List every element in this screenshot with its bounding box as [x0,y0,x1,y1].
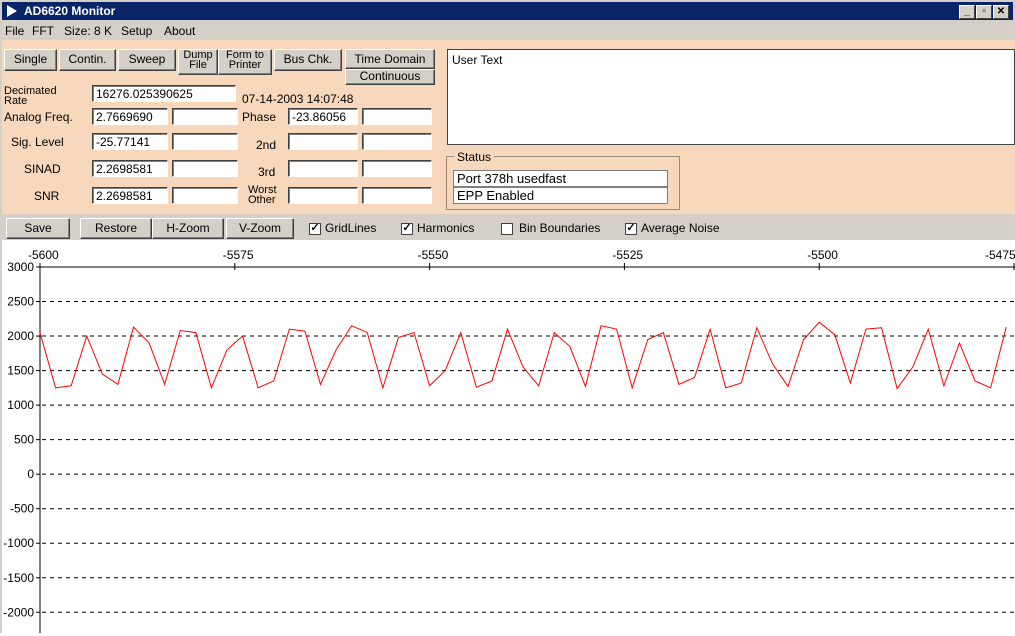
timestamp: 07-14-2003 14:07:48 [242,92,354,106]
menu-setup[interactable]: Setup [121,24,152,38]
time-domain-chart: -5600 -5575 -5550 -5525 -5500 -54753000250020… [3,248,1015,633]
close-icon[interactable]: ✕ [993,5,1009,19]
restore-window-icon[interactable]: ▫ [976,5,992,19]
analog-freq-label: Analog Freq. [4,110,73,124]
y-tick-label: -1500 [3,571,34,585]
status-line-epp: EPP Enabled [453,187,668,204]
title-bar: AD6620 Monitor _ ▫ ✕ [2,2,1013,20]
second-harmonic-field[interactable] [288,133,358,150]
y-tick-label: 2000 [7,329,34,343]
restore-button[interactable]: Restore [80,218,152,239]
sig-level-extra-field[interactable] [172,133,238,150]
time-domain-button[interactable]: Time Domain [345,49,435,69]
second-harmonic-label: 2nd [256,138,277,152]
x-tick-label: -5500 [807,248,838,262]
y-tick-label: -500 [10,502,34,516]
h-zoom-button[interactable]: H-Zoom [152,218,224,239]
snr-extra-field[interactable] [172,187,238,204]
user-text-area[interactable]: User Text [447,49,1015,145]
sweep-button[interactable]: Sweep [118,49,176,71]
average-noise-checkbox[interactable]: ✓ [625,223,637,235]
decimated-rate-field[interactable]: 16276.025390625 [92,85,236,102]
menu-about[interactable]: About [164,24,195,38]
menu-file[interactable]: File [5,24,24,38]
gridlines-label: GridLines [325,221,377,235]
y-tick-label: 2500 [7,295,34,309]
dump-label-line2: File [189,59,207,71]
bin-boundaries-checkbox[interactable] [501,223,513,235]
phase-extra-field[interactable] [362,108,432,125]
x-tick-label: -5525 [612,248,643,262]
x-tick-label: -5475 [985,248,1015,262]
y-tick-label: -2000 [3,605,34,619]
third-harmonic-extra-field[interactable] [362,160,432,177]
third-harmonic-label: 3rd [258,165,276,179]
third-harmonic-field[interactable] [288,160,358,177]
v-zoom-button[interactable]: V-Zoom [226,218,294,239]
gridlines-checkbox[interactable]: ✓ [309,223,321,235]
phase-field[interactable]: -23.86056 [288,108,358,125]
second-harmonic-extra-field[interactable] [362,133,432,150]
snr-label: SNR [34,189,60,203]
minimize-icon[interactable]: _ [959,5,975,19]
snr-field[interactable]: 2.2698581 [92,187,168,204]
phase-label: Phase [242,110,277,124]
sig-level-field[interactable]: -25.77141 [92,133,168,150]
worst-other-extra-field[interactable] [362,187,432,204]
x-tick-label: -5575 [223,248,254,262]
dump-file-button[interactable]: Dump File [178,49,218,75]
signal-trace [39,321,1007,390]
menu-fft[interactable]: FFT [32,24,54,38]
x-tick-label: -5550 [418,248,449,262]
y-tick-label: 500 [14,433,34,447]
plot-area[interactable]: -5600 -5575 -5550 -5525 -5500 -5475 3000 2500 20… [2,240,1015,633]
y-tick-label: 3000 [7,260,34,274]
status-line-port: Port 378h usedfast [453,170,668,187]
continuous-button[interactable]: Continuous [345,69,435,85]
menu-size[interactable]: Size: 8 K [64,24,112,38]
bin-boundaries-label: Bin Boundaries [519,221,601,235]
average-noise-label: Average Noise [641,221,720,235]
app-window: AD6620 Monitor _ ▫ ✕ File FFT Size: 8 K … [0,0,1015,633]
sig-level-label: Sig. Level [11,135,64,149]
app-icon [7,5,17,17]
contin-button[interactable]: Contin. [59,49,116,71]
y-tick-label: 1000 [7,398,34,412]
harmonics-checkbox[interactable]: ✓ [401,223,413,235]
save-button[interactable]: Save [6,218,70,239]
y-tick-label: -1000 [3,536,34,550]
sinad-field[interactable]: 2.2698581 [92,160,168,177]
y-tick-label: 1500 [7,364,34,378]
analog-freq-extra-field[interactable] [172,108,238,125]
single-button[interactable]: Single [4,49,57,71]
status-legend: Status [454,150,495,164]
y-tick-label: 0 [27,467,34,481]
menu-bar: File FFT Size: 8 K Setup About [2,21,1013,39]
decimated-rate-label: Decimated Rate [4,85,57,107]
worst-other-label: Worst Other [248,184,277,206]
bus-chk-button[interactable]: Bus Chk. [274,49,342,71]
analog-freq-field[interactable]: 2.7669690 [92,108,168,125]
form-to-printer-button[interactable]: Form to Printer [218,49,272,75]
sinad-extra-field[interactable] [172,160,238,177]
form-label-line2: Printer [228,59,262,71]
sinad-label: SINAD [24,162,61,176]
worst-other-field[interactable] [288,187,358,204]
window-title: AD6620 Monitor [24,4,116,18]
harmonics-label: Harmonics [417,221,475,235]
